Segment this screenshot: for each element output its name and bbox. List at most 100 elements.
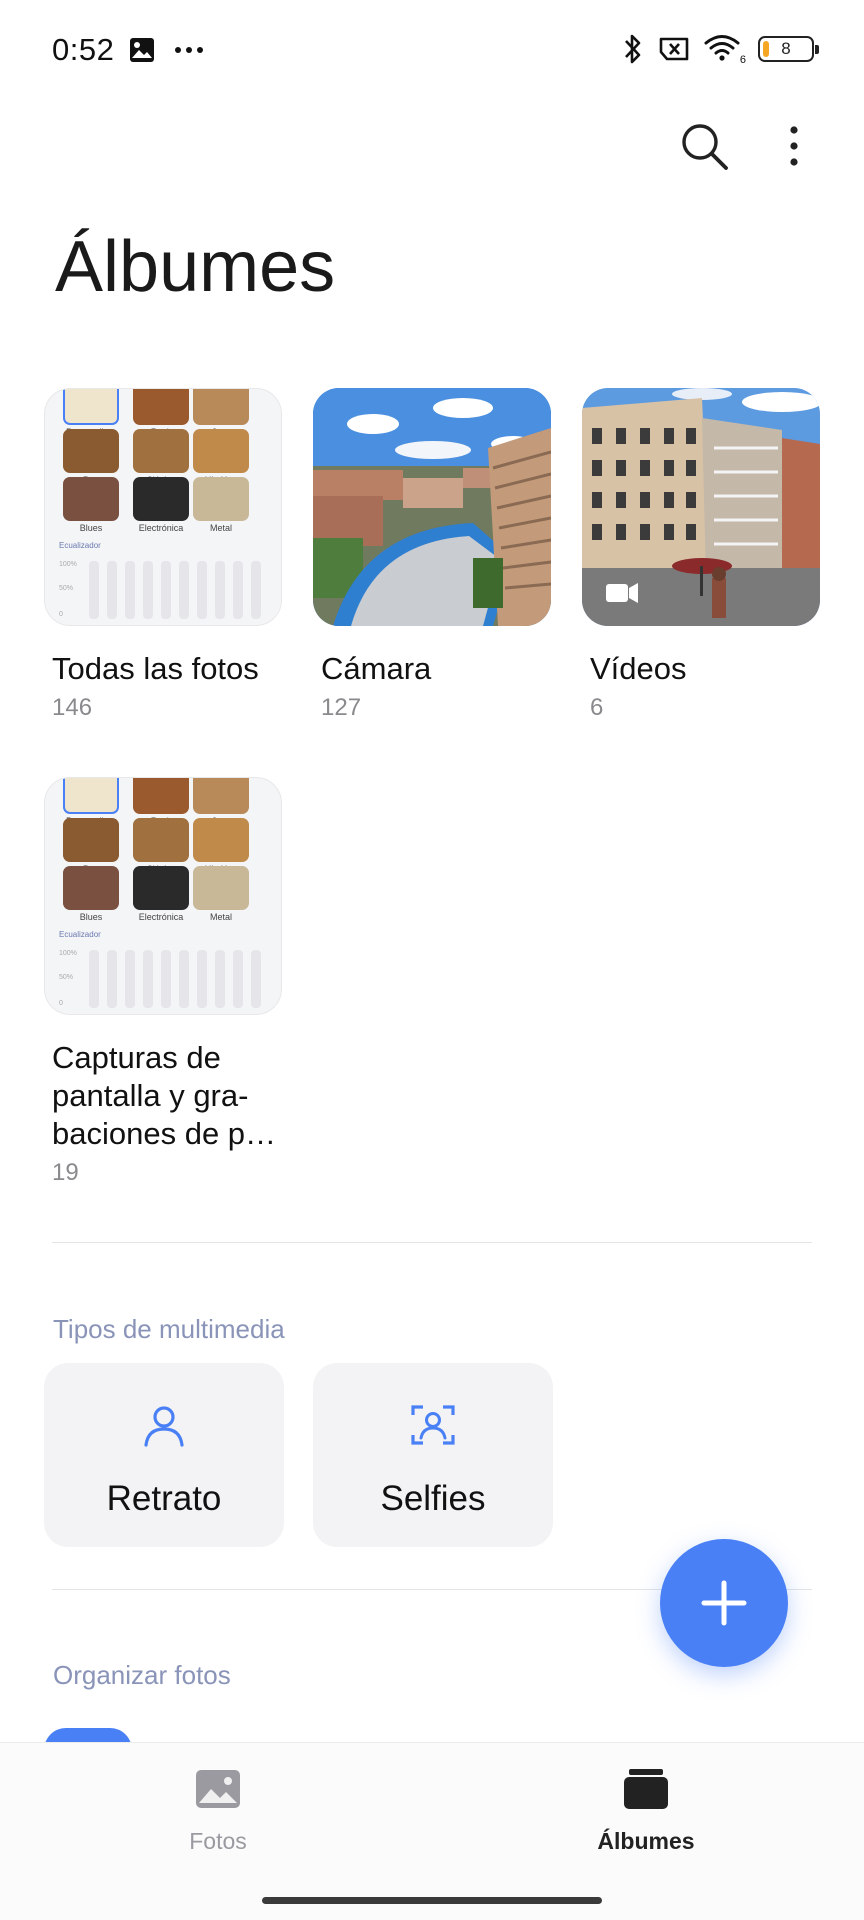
album-thumbnail: PersonalizarRockJazzPopClásicaHip HopBlu…: [44, 777, 282, 1015]
more-options-button[interactable]: [764, 116, 824, 176]
eq-preset-label: Blues: [79, 523, 103, 533]
eq-scale-label: 100%: [59, 561, 77, 568]
album-name-line: Capturas de: [52, 1040, 221, 1075]
city-pool-photo: [313, 388, 551, 626]
album-name-line: pantalla y gra-: [52, 1078, 249, 1113]
media-type-label: Retrato: [106, 1479, 222, 1518]
media-type-retrato[interactable]: Retrato: [44, 1363, 284, 1547]
album-thumbnail: PersonalizarRockJazzPopClásicaHip HopBlu…: [44, 388, 282, 626]
eq-preset-tile: [133, 778, 189, 814]
album-name: Vídeos: [590, 651, 687, 686]
street-building-photo: [582, 388, 820, 626]
nav-label: Álbumes: [597, 1828, 695, 1854]
eq-preset-label: Blues: [79, 912, 103, 922]
eq-scale-label: 0: [59, 1000, 63, 1007]
eq-scale-label: 50%: [59, 585, 74, 592]
eq-band-slider: [197, 950, 207, 1008]
eq-preset-label: Electrónica: [138, 523, 184, 533]
eq-preset-tile: [193, 818, 249, 862]
eq-band-slider: [125, 561, 135, 619]
status-time: 0:52: [52, 32, 115, 67]
eq-preset-tile: [193, 778, 249, 814]
eq-preset-label: Electrónica: [138, 912, 184, 922]
media-types-label: Tipos de multimedia: [53, 1314, 285, 1344]
eq-preset-tile: [133, 477, 189, 521]
eq-scale-label: 100%: [59, 950, 77, 957]
eq-band-slider: [179, 561, 189, 619]
eq-preset-tile: [63, 429, 119, 473]
album-thumbnail: [313, 388, 551, 626]
status-bar: 0:52 6 8: [0, 0, 864, 100]
eq-preset-tile: [63, 389, 119, 425]
section-divider: [52, 1242, 812, 1243]
equalizer-screenshot-thumb: PersonalizarRockJazzPopClásicaHip HopBlu…: [45, 778, 281, 1014]
eq-band-slider: [143, 950, 153, 1008]
eq-scale-label: 50%: [59, 974, 74, 981]
home-indicator: [262, 1897, 602, 1904]
albums-icon: [624, 1769, 668, 1809]
portrait-person-icon: [144, 1406, 184, 1447]
eq-band-slider: [125, 950, 135, 1008]
nav-item-fotos[interactable]: Fotos: [118, 1769, 318, 1855]
eq-preset-tile: [193, 429, 249, 473]
album-thumbnail: [582, 388, 820, 626]
eq-band-slider: [251, 950, 261, 1008]
eq-preset-tile: [193, 389, 249, 425]
eq-band-slider: [215, 561, 225, 619]
status-left-icons: [128, 36, 204, 64]
eq-band-slider: [215, 950, 225, 1008]
album-count: 6: [590, 694, 604, 721]
bottom-navigation: Fotos Álbumes: [0, 1742, 864, 1920]
eq-section-label: Ecualizador: [59, 541, 101, 550]
video-badge: [606, 584, 628, 602]
album-capturas-de-pantalla[interactable]: PersonalizarRockJazzPopClásicaHip HopBlu…: [44, 777, 284, 1187]
page-title: Álbumes: [55, 227, 336, 307]
battery-fill: [763, 41, 769, 57]
eq-preset-tile: [133, 866, 189, 910]
album-name: Capturas de pantalla y gra- baciones de …: [52, 1039, 284, 1153]
eq-band-slider: [233, 950, 243, 1008]
bluetooth-icon: [625, 34, 641, 64]
eq-preset-tile: [133, 429, 189, 473]
eq-preset-tile: [63, 818, 119, 862]
wifi-indicator: 6: [704, 34, 746, 66]
gallery-albums-screen: 0:52 6 8 Álbumes Blues Electrónica Metal…: [0, 0, 864, 1920]
album-count: 127: [321, 694, 362, 721]
wifi-badge: 6: [739, 54, 746, 66]
album-videos[interactable]: Vídeos 6: [582, 388, 822, 722]
eq-band-slider: [197, 561, 207, 619]
eq-section-label: Ecualizador: [59, 930, 101, 939]
album-camara[interactable]: Cámara 127: [313, 388, 553, 722]
album-todas-las-fotos[interactable]: PersonalizarRockJazzPopClásicaHip HopBlu…: [44, 388, 284, 722]
eq-preset-tile: [133, 818, 189, 862]
photo-icon: [196, 1770, 240, 1808]
eq-preset-label: Metal: [209, 523, 232, 533]
media-type-label: Selfies: [380, 1479, 486, 1518]
equalizer-screenshot-thumb: PersonalizarRockJazzPopClásicaHip HopBlu…: [45, 389, 281, 625]
eq-band-slider: [161, 950, 171, 1008]
eq-band-slider: [161, 561, 171, 619]
plus-icon: [701, 1580, 747, 1626]
eq-preset-tile: [193, 477, 249, 521]
album-name: Cámara: [321, 651, 432, 686]
gallery-icon: [130, 38, 154, 62]
no-sim-icon: [659, 37, 689, 61]
nav-label: Fotos: [189, 1828, 247, 1854]
search-button[interactable]: [674, 116, 734, 176]
nav-item-albumes[interactable]: Álbumes: [546, 1769, 746, 1855]
organize-photos-label: Organizar fotos: [53, 1660, 231, 1690]
battery-icon: 8: [758, 36, 819, 62]
eq-band-slider: [89, 561, 99, 619]
eq-band-slider: [179, 950, 189, 1008]
eq-band-slider: [251, 561, 261, 619]
media-type-selfies[interactable]: Selfies: [313, 1363, 553, 1547]
status-right-icons: 6 8: [622, 32, 819, 66]
eq-band-slider: [89, 950, 99, 1008]
add-album-button[interactable]: [660, 1539, 788, 1667]
more-vert-icon: [790, 126, 798, 166]
album-name-line: baciones de p…: [52, 1116, 277, 1151]
eq-preset-tile: [133, 389, 189, 425]
eq-preset-tile: [63, 778, 119, 814]
eq-band-slider: [107, 561, 117, 619]
album-count: 146: [52, 694, 93, 721]
